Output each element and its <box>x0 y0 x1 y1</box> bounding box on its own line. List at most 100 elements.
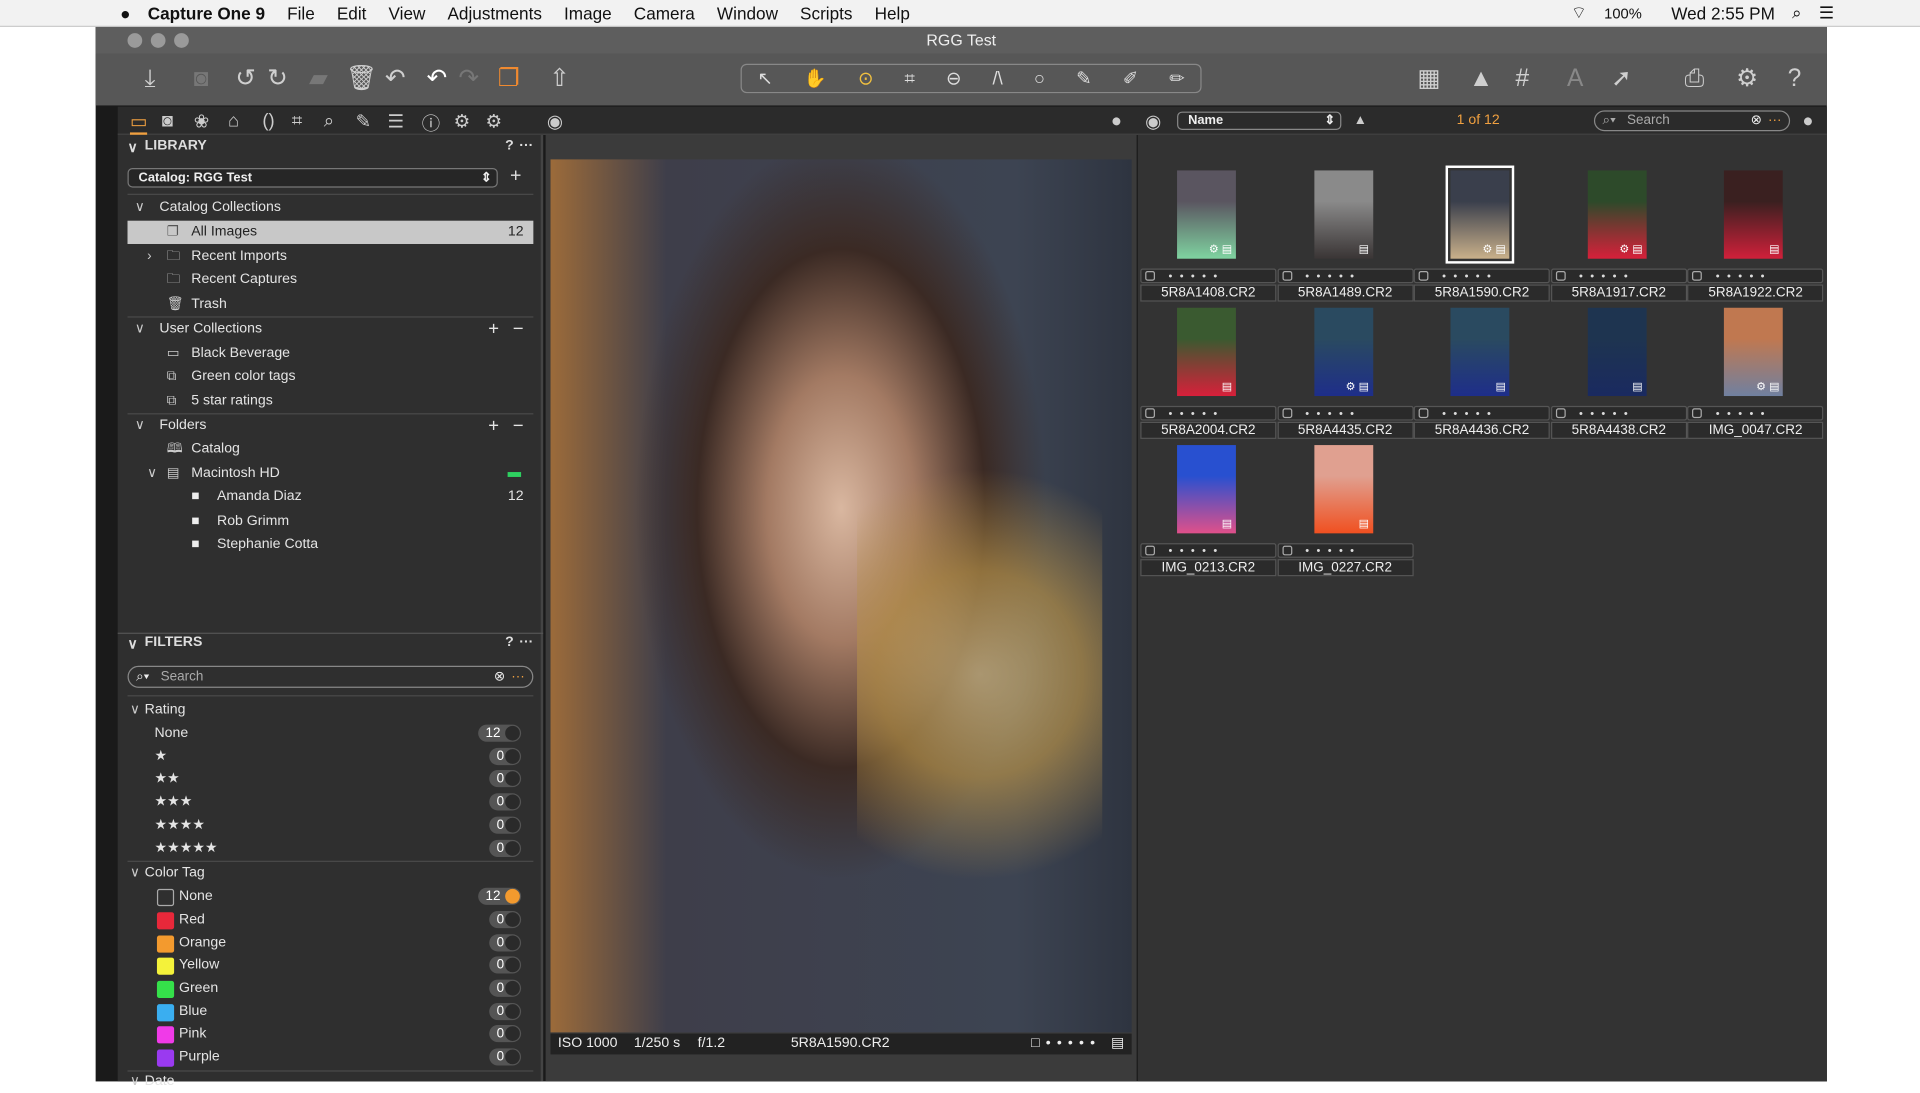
tab-lens-icon[interactable]: () <box>262 110 274 131</box>
tab-library-icon[interactable]: ▭ <box>129 110 148 135</box>
count-pill[interactable]: 0 <box>489 933 522 951</box>
menu-scripts[interactable]: Scripts <box>800 3 852 23</box>
rating-filter-row[interactable]: ★★ 0 <box>128 768 534 791</box>
rating-header[interactable]: ∨ Rating <box>128 699 534 722</box>
thumbnail-rating-row[interactable]: ••••• <box>1277 268 1414 284</box>
rating-dots[interactable]: ••••• <box>1305 407 1361 419</box>
color-tag-filter-row[interactable]: Purple 0 <box>128 1046 534 1069</box>
undo-icon[interactable]: ↶ <box>427 66 448 91</box>
tab-exposure-icon[interactable]: ⌂ <box>228 110 239 131</box>
clear-icon[interactable]: ⊗ <box>494 667 505 687</box>
thumbnail-image[interactable]: ▤ <box>1313 445 1373 534</box>
select-checkbox[interactable] <box>1555 270 1566 281</box>
rating-dots[interactable]: ••••• <box>1168 407 1224 419</box>
folders-header[interactable]: ∨ Folders + − <box>128 414 534 437</box>
count-pill[interactable]: 0 <box>489 979 522 997</box>
rating-dots[interactable]: ••••• <box>1305 544 1361 556</box>
menu-adjustments[interactable]: Adjustments <box>447 3 541 23</box>
spot-tool-icon[interactable]: ○ <box>1034 68 1045 89</box>
menu-view[interactable]: View <box>389 3 426 23</box>
collection-green-color-tags[interactable]: ⧉ Green color tags <box>128 365 534 388</box>
thumbnail-image[interactable]: ▤ <box>1450 307 1510 397</box>
info-icon[interactable]: ▤ <box>1111 1034 1124 1055</box>
warning-icon[interactable]: ▲ <box>1469 66 1493 91</box>
filters-header[interactable]: ∨ FILTERS? ··· <box>118 635 543 657</box>
thumbnail-cell[interactable]: ▤ ••••• IMG_0227.CR2 <box>1277 443 1414 578</box>
thumbnail-image[interactable]: ▤ <box>1724 170 1784 259</box>
thumbnail-image[interactable]: ⚙ ▤ <box>1177 170 1236 259</box>
tab-settings-icon[interactable]: ⚙ <box>454 110 470 133</box>
variants-icon[interactable]: ❐ <box>498 66 520 91</box>
folder-stephanie-cotta[interactable]: ■ Stephanie Cotta <box>128 533 534 556</box>
thumbnail-cell[interactable]: ▤ ••••• 5R8A2004.CR2 <box>1140 305 1277 440</box>
tab-capture-icon[interactable]: ◙ <box>162 110 173 131</box>
thumbnail-image[interactable]: ⚙ ▤ <box>1445 165 1515 264</box>
grid-icon[interactable]: # <box>1515 66 1529 91</box>
folder-rob-grimm[interactable]: ■ Rob Grimm <box>128 510 534 533</box>
rating-dots[interactable]: ••••• <box>1579 270 1635 282</box>
viewer-eye-icon[interactable]: ◉ <box>547 110 563 133</box>
count-pill[interactable]: 0 <box>489 956 522 974</box>
color-tag-filter-row[interactable]: Yellow 0 <box>128 954 534 977</box>
zoom-tool-icon[interactable]: ⊙ <box>858 67 873 90</box>
help-icon[interactable]: ? <box>505 635 514 650</box>
thumbnail-rating-row[interactable]: ••••• <box>1413 268 1551 284</box>
thumbnail-cell[interactable]: ⚙ ▤ ••••• 5R8A4435.CR2 <box>1277 305 1414 440</box>
rating-filter-row[interactable]: ★★★ 0 <box>128 791 534 814</box>
count-pill[interactable]: 0 <box>489 747 522 765</box>
tab-crop-icon[interactable]: ⌗ <box>292 110 302 131</box>
folder-macintosh-hd[interactable]: ∨ ▤ Macintosh HD <box>128 462 534 485</box>
color-tag-filter-row[interactable]: Orange 0 <box>128 931 534 954</box>
count-pill[interactable]: 0 <box>489 1002 522 1020</box>
color-tag-filter-row[interactable]: Blue 0 <box>128 1000 534 1023</box>
text-icon[interactable]: A <box>1567 66 1583 91</box>
thumbnail-cell[interactable]: ▤ ••••• 5R8A4436.CR2 <box>1413 305 1551 440</box>
thumbnail-image[interactable]: ⚙ ▤ <box>1587 170 1647 259</box>
count-pill[interactable]: 0 <box>489 770 522 788</box>
thumbnail-cell[interactable]: ⚙ ▤ ••••• 5R8A1917.CR2 <box>1550 168 1687 303</box>
remove-icon[interactable]: − <box>513 318 524 341</box>
add-catalog-icon[interactable]: + <box>510 166 521 188</box>
thumbnail-rating-row[interactable]: ••••• <box>1687 405 1824 421</box>
add-icon[interactable]: + <box>488 318 499 341</box>
viewer-rating-dots[interactable]: □••••• <box>1031 1034 1101 1055</box>
rating-filter-row[interactable]: None 12 <box>128 722 534 745</box>
rating-dots[interactable]: ••••• <box>1168 270 1224 282</box>
collection-recent-imports[interactable]: › 🗀 Recent Imports <box>128 245 534 268</box>
menu-camera[interactable]: Camera <box>634 3 695 23</box>
rating-filter-row[interactable]: ★★★★★ 0 <box>128 837 534 860</box>
camera-icon[interactable]: ◙ <box>194 66 209 91</box>
count-pill[interactable]: 0 <box>489 1025 522 1043</box>
thumbnail-rating-row[interactable]: ••••• <box>1550 268 1687 284</box>
clock[interactable]: Wed 2:55 PM <box>1671 3 1775 23</box>
thumbnail-image[interactable]: ▤ <box>1177 445 1236 534</box>
thumbnail-cell[interactable]: ▤ ••••• 5R8A4438.CR2 <box>1550 305 1687 440</box>
thumbnail-cell[interactable]: ⚙ ▤ ••••• IMG_0047.CR2 <box>1687 305 1824 440</box>
rating-dots[interactable]: ••••• <box>1442 407 1498 419</box>
more-icon[interactable]: ··· <box>519 635 533 650</box>
color-tag-filter-row[interactable]: Red 0 <box>128 908 534 931</box>
browser-search-input[interactable]: ⌕▾ Search ⊗ ··· <box>1593 110 1791 132</box>
thumbnail-rating-row[interactable]: ••••• <box>1687 268 1824 284</box>
count-pill[interactable]: 12 <box>478 724 522 742</box>
menu-image[interactable]: Image <box>564 3 612 23</box>
wifi-icon[interactable]: ⌔ <box>1571 2 1587 24</box>
date-header[interactable]: ∨ Date <box>128 1070 534 1093</box>
picker-tool-icon[interactable]: ✐ <box>1123 67 1138 90</box>
thumbnail-rating-row[interactable]: ••••• <box>1277 405 1414 421</box>
select-checkbox[interactable] <box>1282 545 1292 556</box>
rating-filter-row[interactable]: ★ 0 <box>128 745 534 768</box>
thumbnail-image[interactable]: ⚙ ▤ <box>1724 307 1784 397</box>
tab-local-adjustments-icon[interactable]: ✎ <box>356 110 371 133</box>
select-checkbox[interactable] <box>1282 270 1292 281</box>
count-pill[interactable]: 0 <box>489 816 522 834</box>
select-checkbox[interactable] <box>1282 408 1292 419</box>
print-icon[interactable]: ⎙ <box>1685 66 1705 91</box>
user-icon[interactable]: ● <box>1111 110 1122 131</box>
process-icon[interactable]: ⇧ <box>549 66 570 91</box>
rotate-left-icon[interactable]: ↺ <box>235 66 256 91</box>
select-checkbox[interactable] <box>1692 408 1703 419</box>
collection-black-beverage[interactable]: ▭ Black Beverage <box>128 342 534 365</box>
thumbnail-rating-row[interactable]: ••••• <box>1140 268 1277 284</box>
select-checkbox[interactable] <box>1418 270 1429 281</box>
